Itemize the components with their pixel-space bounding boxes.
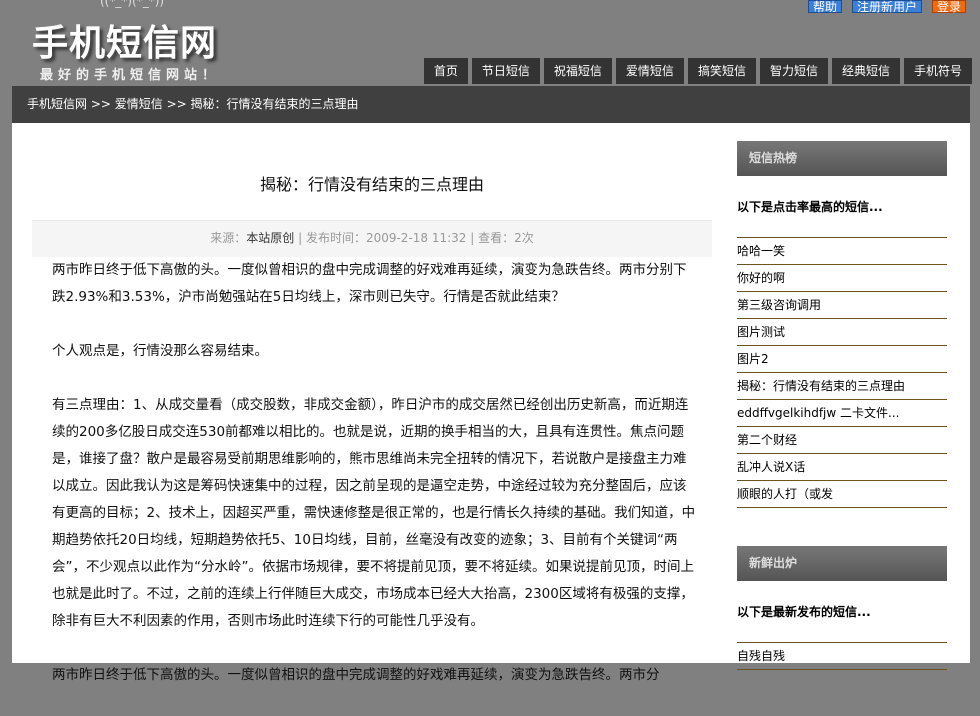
list-item[interactable]: 顺眼的人打（或发 bbox=[737, 481, 947, 508]
list-item[interactable]: 哈哈一笑 bbox=[737, 238, 947, 265]
new-header: 新鲜出炉 bbox=[737, 546, 947, 581]
list-item[interactable]: 乱冲人说X话 bbox=[737, 454, 947, 481]
article-paragraph: 两市昨日终于低下高傲的头。一度似曾相识的盘中完成调整的好戏难再延续，演变为急跌告… bbox=[52, 262, 687, 305]
list-item[interactable]: 自残自残 bbox=[737, 643, 947, 670]
list-item[interactable]: 你好的啊 bbox=[737, 265, 947, 292]
main-nav: 首页 节日短信 祝福短信 爱情短信 搞笑短信 智力短信 经典短信 手机符号 bbox=[423, 58, 972, 84]
view-count: 查看：2次 bbox=[478, 231, 534, 245]
new-subtitle: 以下是最新发布的短信... bbox=[737, 605, 871, 619]
register-button[interactable]: 注册新用户 bbox=[851, 0, 922, 13]
content-area: 揭秘：行情没有结束的三点理由 来源：本站原创 | 发布时间：2009-2-18 … bbox=[12, 123, 970, 683]
breadcrumb-separator: >> bbox=[162, 97, 191, 111]
list-item[interactable]: 图片测试 bbox=[737, 319, 947, 346]
list-item[interactable]: 第三级咨询调用 bbox=[737, 292, 947, 319]
nav-home[interactable]: 首页 bbox=[423, 58, 468, 84]
site-slogan: 最好的手机短信网站！ bbox=[40, 68, 221, 83]
hot-list: 哈哈一笑 你好的啊 第三级咨询调用 图片测试 图片2 揭秘：行情没有结束的三点理… bbox=[737, 237, 947, 508]
nav-funny[interactable]: 搞笑短信 bbox=[687, 58, 756, 84]
nav-love[interactable]: 爱情短信 bbox=[615, 58, 684, 84]
nav-blessing[interactable]: 祝福短信 bbox=[543, 58, 612, 84]
article-paragraph: 两市昨日终于低下高傲的头。一度似曾相识的盘中完成调整的好戏难再延续，演变为急跌告… bbox=[52, 667, 660, 683]
article-paragraph: 有三点理由：1、从成交量看（成交股数，非成交金额），昨日沪市的成交居然已经创出历… bbox=[52, 397, 696, 629]
hot-subtitle: 以下是点击率最高的短信... bbox=[737, 200, 883, 214]
breadcrumb-home[interactable]: 手机短信网 bbox=[27, 97, 87, 111]
breadcrumb-current: 揭秘：行情没有结束的三点理由 bbox=[190, 97, 359, 111]
breadcrumb-separator: >> bbox=[87, 97, 115, 111]
article-title: 揭秘：行情没有结束的三点理由 bbox=[259, 175, 484, 194]
breadcrumb-category[interactable]: 爱情短信 bbox=[115, 97, 163, 111]
article-meta: 来源：本站原创 | 发布时间：2009-2-18 11:32 | 查看：2次 bbox=[32, 220, 712, 257]
nav-classic[interactable]: 经典短信 bbox=[831, 58, 900, 84]
list-item[interactable]: 揭秘：行情没有结束的三点理由 bbox=[737, 373, 947, 400]
breadcrumb: 手机短信网 >> 爱情短信 >> 揭秘：行情没有结束的三点理由 bbox=[12, 86, 970, 123]
publish-date: | 发布时间：2009-2-18 11:32 | bbox=[294, 231, 479, 245]
help-button[interactable]: 帮助 bbox=[807, 0, 842, 13]
list-item[interactable]: eddffvgelkihdfjw 二卡文件... bbox=[737, 400, 947, 427]
list-item[interactable]: 第二个财经 bbox=[737, 427, 947, 454]
source-value: 本站原创 bbox=[246, 231, 295, 245]
source-label: 来源： bbox=[210, 231, 247, 245]
nav-symbols[interactable]: 手机符号 bbox=[903, 58, 972, 84]
site-logo[interactable]: 手机短信网 bbox=[32, 14, 217, 66]
new-list: 自残自残 bbox=[737, 642, 947, 670]
login-button[interactable]: 登录 bbox=[931, 0, 966, 13]
nav-puzzle[interactable]: 智力短信 bbox=[759, 58, 828, 84]
article-paragraph: 个人观点是，行情没那么容易结束。 bbox=[52, 343, 268, 359]
list-item[interactable]: 图片2 bbox=[737, 346, 947, 373]
article-body: 两市昨日终于低下高傲的头。一度似曾相识的盘中完成调整的好戏难再延续，演变为急跌告… bbox=[52, 257, 697, 716]
emoticon-decoration: ((*_*)(*_*)) bbox=[100, 0, 165, 8]
nav-holiday[interactable]: 节日短信 bbox=[471, 58, 540, 84]
hot-header: 短信热榜 bbox=[737, 141, 947, 176]
sidebar: 短信热榜 以下是点击率最高的短信... 哈哈一笑 你好的啊 第三级咨询调用 图片… bbox=[737, 141, 947, 670]
